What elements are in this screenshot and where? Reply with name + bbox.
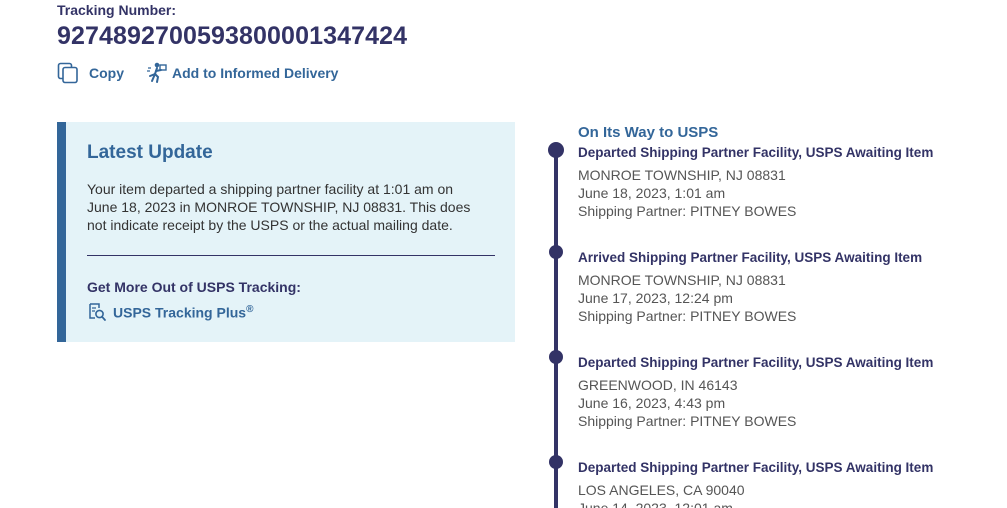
tracking-plus-label: USPS Tracking Plus®	[113, 304, 253, 321]
latest-update-title: Latest Update	[87, 142, 213, 163]
event-location: MONROE TOWNSHIP, NJ 08831	[578, 167, 786, 183]
event-datetime: June 14, 2023, 12:01 am	[578, 500, 733, 508]
event-datetime: June 16, 2023, 4:43 pm	[578, 395, 726, 411]
event-location: LOS ANGELES, CA 90040	[578, 482, 745, 498]
add-to-informed-delivery-button[interactable]: Add to Informed Delivery	[146, 62, 338, 84]
timeline-event: Departed Shipping Partner Facility, USPS…	[578, 144, 998, 220]
event-partner: Shipping Partner: PITNEY BOWES	[578, 308, 797, 324]
copy-button[interactable]: Copy	[57, 62, 124, 84]
event-partner: Shipping Partner: PITNEY BOWES	[578, 413, 797, 429]
more-tracking-label: Get More Out of USPS Tracking:	[87, 279, 301, 295]
event-location: GREENWOOD, IN 46143	[578, 377, 738, 393]
timeline-event: Departed Shipping Partner Facility, USPS…	[578, 354, 998, 430]
event-datetime: June 17, 2023, 12:24 pm	[578, 290, 733, 306]
informed-delivery-label: Add to Informed Delivery	[172, 65, 339, 81]
informed-delivery-icon	[146, 62, 168, 84]
timeline-event: Departed Shipping Partner Facility, USPS…	[578, 459, 998, 508]
timeline-dot	[549, 455, 563, 469]
latest-update-card: Latest Update Your item departed a shipp…	[57, 122, 515, 342]
timeline-dot	[549, 245, 563, 259]
tracking-plus-text: USPS Tracking Plus	[113, 304, 247, 321]
timeline-heading: On Its Way to USPS	[578, 124, 719, 141]
copy-icon	[57, 62, 79, 84]
event-datetime: June 18, 2023, 1:01 am	[578, 185, 726, 201]
latest-update-text: Your item departed a shipping partner fa…	[87, 181, 471, 233]
tracking-number-label: Tracking Number:	[57, 2, 177, 18]
usps-tracking-plus-link[interactable]: USPS Tracking Plus®	[87, 302, 253, 322]
tracking-plus-icon	[87, 302, 107, 322]
event-title: Departed Shipping Partner Facility, USPS…	[578, 355, 934, 370]
event-partner: Shipping Partner: PITNEY BOWES	[578, 203, 797, 219]
event-title: Arrived Shipping Partner Facility, USPS …	[578, 250, 923, 265]
timeline-line	[554, 148, 558, 508]
copy-label: Copy	[89, 65, 124, 81]
timeline-dot	[548, 142, 564, 158]
registered-mark: ®	[246, 303, 254, 315]
timeline-event: Arrived Shipping Partner Facility, USPS …	[578, 249, 998, 325]
tracking-actions: Copy Add to Informed Delivery	[57, 62, 338, 84]
event-title: Departed Shipping Partner Facility, USPS…	[578, 460, 934, 475]
tracking-page: Tracking Number: 92748927005938000013474…	[0, 0, 1007, 508]
tracking-number: 9274892700593800001347424	[57, 22, 408, 50]
timeline-dot	[549, 350, 563, 364]
event-title: Departed Shipping Partner Facility, USPS…	[578, 145, 934, 160]
card-divider	[87, 255, 495, 256]
event-location: MONROE TOWNSHIP, NJ 08831	[578, 272, 786, 288]
